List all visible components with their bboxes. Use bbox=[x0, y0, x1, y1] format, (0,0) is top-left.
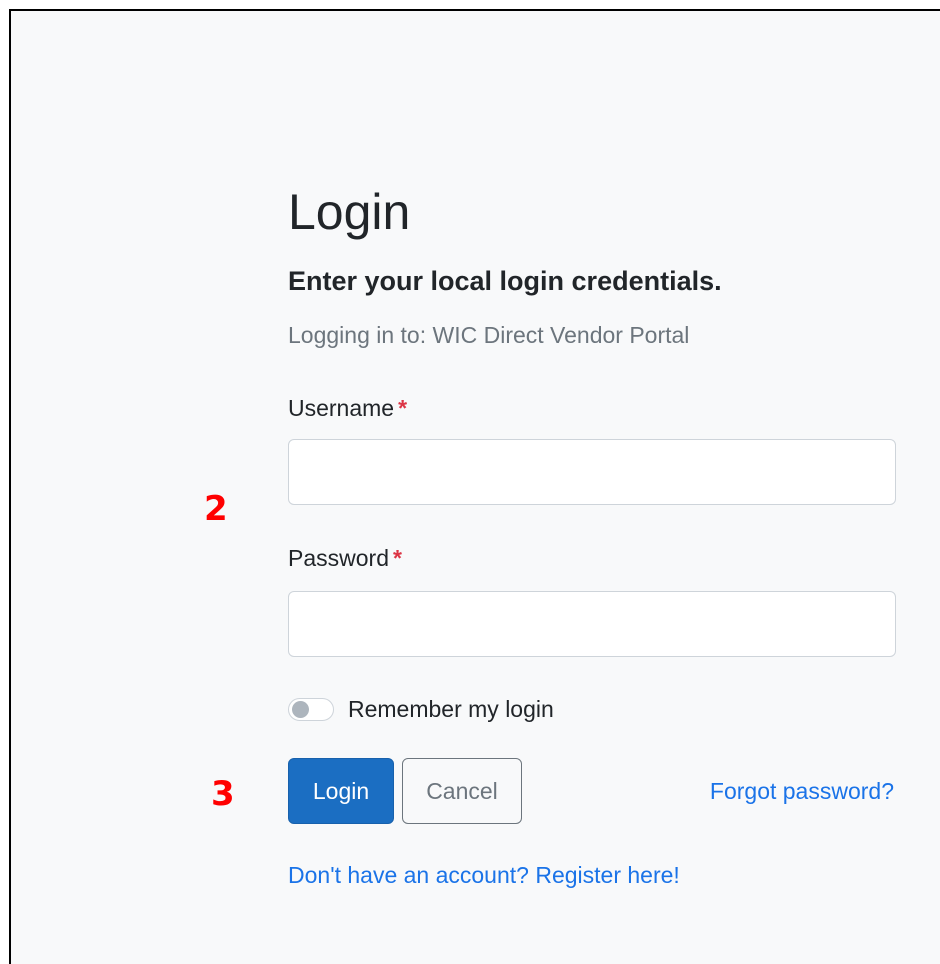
register-link[interactable]: Don't have an account? Register here! bbox=[288, 860, 680, 890]
remember-login-label[interactable]: Remember my login bbox=[348, 694, 554, 724]
cancel-button[interactable]: Cancel bbox=[402, 758, 522, 824]
username-label: Username * bbox=[288, 393, 407, 423]
login-page: Login Enter your local login credentials… bbox=[9, 9, 940, 964]
login-button[interactable]: Login bbox=[288, 758, 394, 824]
username-input[interactable] bbox=[288, 439, 896, 505]
remember-login-row[interactable]: Remember my login bbox=[288, 692, 554, 726]
page-title: Login bbox=[288, 184, 411, 240]
username-label-text: Username bbox=[288, 395, 395, 421]
step-marker-3: 3 bbox=[211, 774, 235, 814]
step-marker-2: 2 bbox=[204, 489, 228, 529]
login-context-text: Logging in to: WIC Direct Vendor Portal bbox=[288, 322, 690, 348]
forgot-password-link[interactable]: Forgot password? bbox=[710, 776, 894, 806]
password-input[interactable] bbox=[288, 591, 896, 657]
required-indicator: * bbox=[392, 545, 402, 571]
password-label-text: Password bbox=[288, 545, 389, 571]
toggle-knob bbox=[292, 700, 309, 718]
page-subtitle: Enter your local login credentials. bbox=[288, 266, 722, 296]
password-label: Password * bbox=[288, 543, 402, 573]
remember-login-toggle[interactable] bbox=[288, 697, 334, 721]
required-indicator: * bbox=[398, 395, 408, 421]
